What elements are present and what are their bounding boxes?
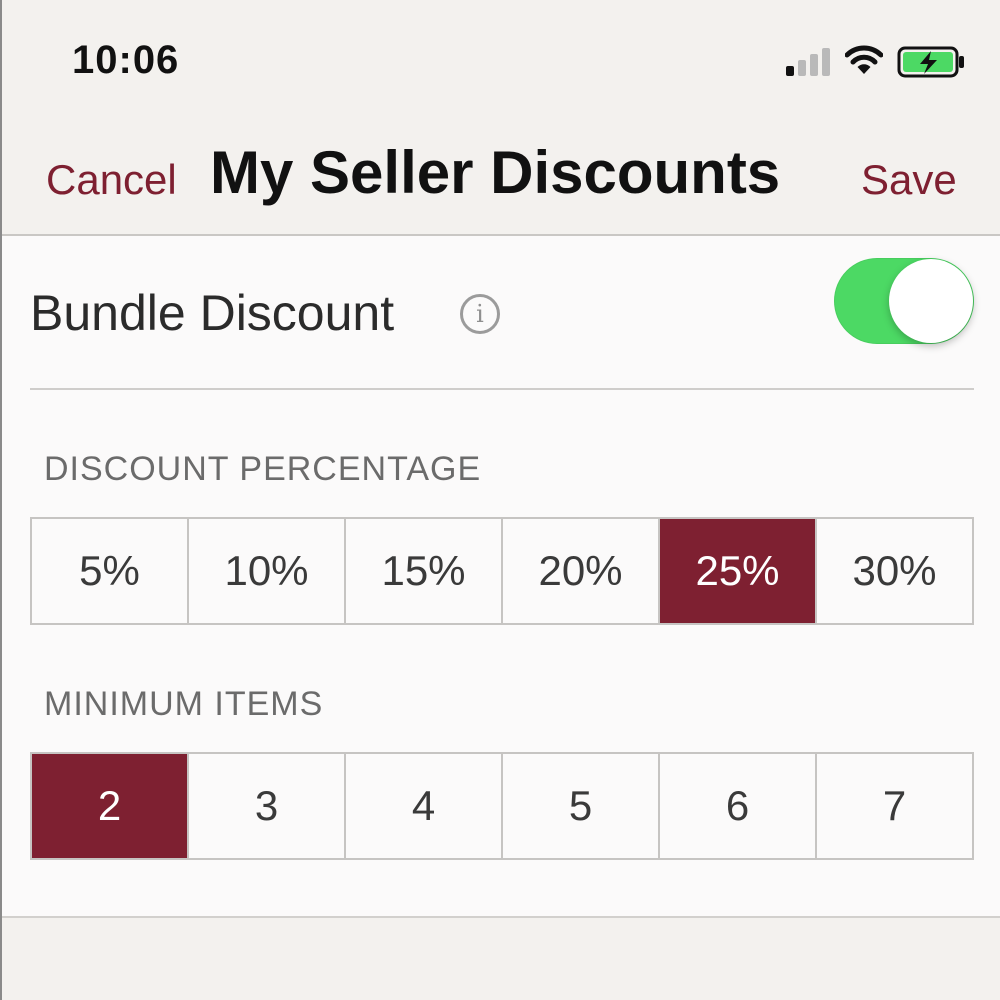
minimum-items-selector: 2 3 4 5 6 7 [30,752,974,860]
wifi-icon [845,45,883,74]
discount-option-20[interactable]: 20% [503,519,660,623]
cancel-button[interactable]: Cancel [46,156,177,204]
page-title: My Seller Discounts [210,139,781,206]
min-items-option-7[interactable]: 7 [817,754,972,858]
discount-option-15[interactable]: 15% [346,519,503,623]
discount-option-30[interactable]: 30% [817,519,972,623]
bundle-discount-toggle[interactable] [834,258,974,344]
min-items-option-3[interactable]: 3 [189,754,346,858]
discount-option-10[interactable]: 10% [189,519,346,623]
info-icon[interactable]: i [460,294,500,334]
save-button[interactable]: Save [861,156,957,204]
discount-option-25[interactable]: 25% [660,519,817,623]
discount-percentage-selector: 5% 10% 15% 20% 25% 30% [30,517,974,625]
min-items-option-6[interactable]: 6 [660,754,817,858]
min-items-option-2[interactable]: 2 [32,754,189,858]
discount-option-5[interactable]: 5% [32,519,189,623]
min-items-option-5[interactable]: 5 [503,754,660,858]
status-time: 10:06 [72,38,180,82]
screen: 10:06 Cancel My Seller Discounts Save Bu… [0,0,1000,1000]
nav-bar: Cancel My Seller Discounts Save [2,110,1000,236]
signal-icon [786,48,830,76]
status-bar: 10:06 [2,0,1000,110]
toggle-knob [889,259,973,343]
min-items-option-4[interactable]: 4 [346,754,503,858]
bundle-discount-label: Bundle Discount [30,285,395,341]
bundle-discount-row: Bundle Discount i [30,236,974,390]
battery-charging-icon [897,46,964,78]
discount-settings: Bundle Discount i DISCOUNT PERCENTAGE 5%… [2,236,1000,918]
discount-percentage-label: DISCOUNT PERCENTAGE [44,450,482,488]
minimum-items-label: MINIMUM ITEMS [44,685,324,723]
